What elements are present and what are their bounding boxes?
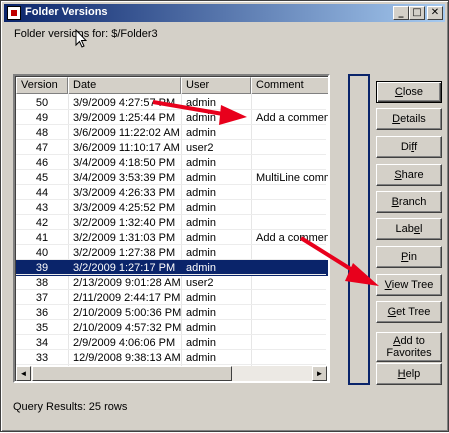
branch-button-label: ranch [398,196,427,208]
label-button-label: Lab [395,223,414,235]
horizontal-scrollbar[interactable]: ◄ ► [16,366,327,381]
pin-button[interactable]: Pin [376,246,442,268]
close-window-button[interactable]: ✕ [427,6,443,20]
minimize-button[interactable]: _ [393,6,409,20]
label-button-label: l [420,223,423,235]
help-button-label: H [397,368,406,380]
diff-button[interactable]: Diff [376,136,442,158]
scroll-right-arrow-icon[interactable]: ► [312,366,327,381]
column-header-comment[interactable]: Comment [251,77,328,94]
help-button-label: elp [405,368,421,380]
scrollbar-thumb[interactable] [32,366,232,381]
view-tree-button[interactable]: View Tree [376,274,442,296]
details-button-label: etails [400,113,426,125]
close-button-label: C [394,86,403,98]
list-header: Version Date User Comment [16,77,328,94]
close-button-label: lose [402,86,424,98]
pin-button-label: in [408,251,417,263]
query-results-status: Query Results: 25 rows [13,401,128,413]
label-button[interactable]: Label [376,218,442,240]
window-title: Folder Versions [25,6,108,18]
versions-list[interactable]: Version Date User Comment 50 3/9/2009 4:2… [13,74,330,383]
add-to-favorites-button-label: Favorites [386,347,432,359]
add-to-favorites-button[interactable]: Add to Favorites [376,332,442,362]
diff-button-label: Di [400,141,412,153]
mouse-cursor-icon [75,29,87,48]
add-to-favorites-button-label: dd to [400,335,425,347]
details-button[interactable]: Details [376,108,442,130]
app-icon [7,6,21,20]
scroll-left-arrow-icon[interactable]: ◄ [16,366,31,381]
folder-versions-window: Folder Versions _ □ ✕ Folder versions fo… [0,0,449,432]
splitter-bar[interactable] [348,74,370,385]
get-tree-button-label: G [387,306,397,318]
view-tree-button-label: V [384,279,392,291]
close-button[interactable]: Close [376,81,442,103]
column-header-user[interactable]: User [181,77,251,94]
branch-button[interactable]: Branch [376,191,442,213]
share-button-label: S [394,169,402,181]
get-tree-button-label: et Tree [396,306,431,318]
column-header-date[interactable]: Date [68,77,181,94]
details-button-label: D [392,113,401,125]
maximize-button[interactable]: □ [409,6,425,20]
share-button[interactable]: Share [376,164,442,186]
branch-button-label: B [391,196,399,208]
get-tree-button[interactable]: Get Tree [376,301,442,323]
share-button-label: hare [401,169,424,181]
title-bar[interactable]: Folder Versions _ □ ✕ [4,4,445,22]
diff-button-label: f [414,141,418,153]
view-tree-button-label: iew Tree [391,279,434,291]
column-header-version[interactable]: Version [16,77,68,94]
help-button[interactable]: Help [376,363,442,385]
